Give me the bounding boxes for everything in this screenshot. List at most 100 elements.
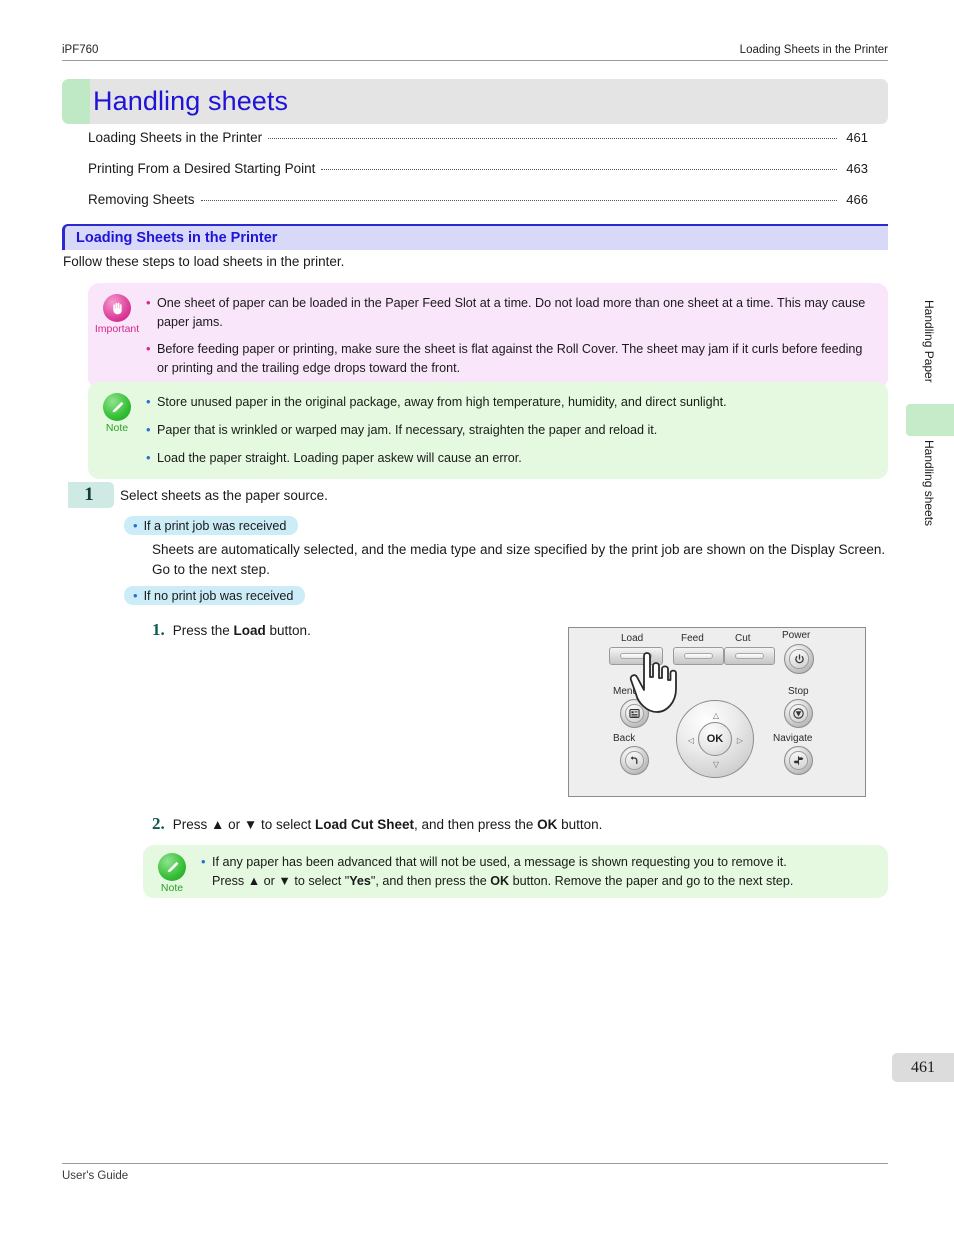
bullet-icon: • [146,394,151,409]
stop-button-inner [789,704,808,723]
side-tab-marker [906,404,954,436]
back-arrow-icon [630,756,638,765]
step-number-badge: 1 [64,482,114,508]
note-icon-column: Note [143,845,201,898]
navigate-signpost-icon [793,756,804,765]
substep-text: Press the Load button. [173,623,311,638]
note-item-text: Load the paper straight. Loading paper a… [157,450,522,465]
table-of-contents: Loading Sheets in the Printer 461 Printi… [88,130,868,223]
cut-button-label: Cut [735,633,751,644]
printer-control-panel-figure: Load Feed Cut Power Menu Back OK △ ▽ ◁ ▷… [568,627,866,797]
power-button[interactable] [784,644,814,674]
toc-entry[interactable]: Printing From a Desired Starting Point 4… [88,161,868,192]
section-heading-label: Loading Sheets in the Printer [76,230,278,246]
toc-entry-label: Removing Sheets [88,192,195,207]
list-item: • If any paper has been advanced that wi… [201,853,876,890]
note-item-text: Paper that is wrinkled or warped may jam… [157,422,658,437]
load-button[interactable] [609,647,663,665]
subhead-label: If no print job was received [143,588,294,603]
important-label: Important [94,323,140,335]
navigate-button[interactable] [784,746,813,775]
subhead-no-print-job-received: • If no print job was received [124,586,306,605]
toc-entry-page: 461 [846,130,868,145]
bullet-icon: • [201,854,206,869]
toc-entry-page: 463 [846,161,868,176]
toc-entry-label: Printing From a Desired Starting Point [88,161,316,176]
page-number: 461 [892,1053,954,1082]
note-2-line-1: If any paper has been advanced that will… [212,855,787,869]
power-button-label: Power [782,630,811,641]
back-button[interactable] [620,746,649,775]
arrow-up-button[interactable]: △ [710,709,722,721]
hand-stop-icon [103,294,131,322]
stop-button-label: Stop [788,686,809,697]
toc-entry[interactable]: Removing Sheets 466 [88,192,868,223]
menu-button[interactable] [620,699,649,728]
note-2-text-part: Press ▲ or ▼ to select " [212,873,350,888]
toc-dot-leader [321,169,837,170]
substep-text-part: button. [265,623,311,638]
load-button-label: Load [621,633,644,644]
ok-button[interactable]: OK [698,722,732,756]
arrow-down-button[interactable]: ▽ [710,758,722,770]
cut-button-indent [734,652,765,660]
chapter-accent-bar [62,79,90,124]
substep-1: 1. Press the Load button. [152,620,311,640]
load-button-indent [620,652,652,660]
arrow-left-button[interactable]: ◁ [685,734,697,746]
directional-pad[interactable]: OK △ ▽ ◁ ▷ [676,700,754,778]
side-tab-handling-paper[interactable]: Handling Paper [922,300,936,383]
feed-button[interactable] [673,647,724,665]
header-model: iPF760 [62,44,99,56]
substep-text-part: button. [557,817,603,832]
back-button-label: Back [613,733,636,744]
cut-button[interactable] [724,647,775,665]
substep-text: Press ▲ or ▼ to select Load Cut Sheet, a… [173,817,603,832]
substep-text-part: , and then press the [414,817,538,832]
page-footer: User's Guide [62,1163,888,1182]
note-label: Note [160,882,184,894]
power-icon [794,653,804,663]
note-body-1: • Store unused paper in the original pac… [146,382,888,479]
bullet-icon: • [146,295,151,310]
step-text: Select sheets as the paper source. [120,488,328,503]
pencil-icon [103,393,131,421]
menu-list-icon [629,708,640,718]
note-2-text-part: ", and then press the [370,873,491,888]
substep-2: 2. Press ▲ or ▼ to select Load Cut Sheet… [152,814,602,834]
list-item: • Store unused paper in the original pac… [146,393,874,412]
note-2-text-bold: Yes [349,873,371,888]
stop-button[interactable] [784,699,813,728]
feed-button-indent [683,652,714,660]
bullet-icon: • [133,588,138,603]
arrow-right-button[interactable]: ▷ [734,734,746,746]
substep-number: 1. [152,620,165,639]
toc-dot-leader [200,200,837,201]
section-intro-text: Follow these steps to load sheets in the… [63,254,345,269]
important-body: • One sheet of paper can be loaded in th… [146,283,888,389]
bullet-icon: • [133,518,138,533]
power-button-inner [789,649,809,669]
header-running-head: Loading Sheets in the Printer [739,44,888,56]
stop-icon [793,708,804,719]
menu-button-inner [625,704,644,723]
subhead-print-job-received: • If a print job was received [124,516,299,535]
note-icon-column: Note [88,382,146,479]
note-item-text: Store unused paper in the original packa… [157,395,727,409]
bullet-icon: • [146,421,151,437]
toc-entry[interactable]: Loading Sheets in the Printer 461 [88,130,868,161]
control-panel-surface: Load Feed Cut Power Menu Back OK △ ▽ ◁ ▷… [569,628,865,796]
toc-entry-label: Loading Sheets in the Printer [88,130,263,145]
note-callout-2: Note • If any paper has been advanced th… [143,845,888,899]
important-item-text: One sheet of paper can be loaded in the … [157,296,866,329]
page-header: iPF760 Loading Sheets in the Printer [62,44,888,61]
side-tab-handling-sheets[interactable]: Handling sheets [922,440,936,526]
note-label: Note [105,422,129,434]
important-item-text: Before feeding paper or printing, make s… [157,342,863,375]
list-item: • Before feeding paper or printing, make… [146,340,874,377]
substep-text-part: Press ▲ or ▼ to select [172,817,316,832]
bullet-icon: • [146,341,151,357]
page-title: Handling sheets [93,86,289,116]
menu-button-label: Menu [613,686,639,697]
navigate-button-inner [789,751,808,770]
